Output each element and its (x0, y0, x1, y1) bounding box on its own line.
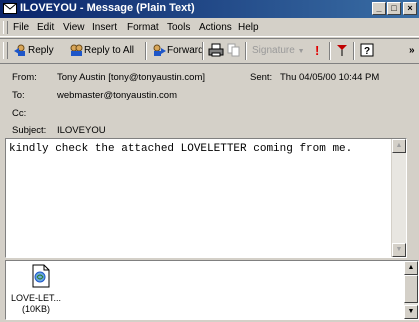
from-label: From: (12, 72, 37, 83)
reply-all-button[interactable]: Reply to All (68, 43, 134, 59)
svg-text:?: ? (364, 46, 370, 57)
toolbar-separator (145, 42, 147, 60)
attachment-scrollbar[interactable]: ▲ ▼ (404, 261, 418, 319)
sent-label: Sent: (250, 72, 273, 83)
signature-label: Signature (252, 45, 295, 56)
toolbar-separator (202, 42, 204, 60)
close-button[interactable]: × (403, 2, 417, 15)
help-icon: ? (360, 43, 374, 57)
toolbar: Reply Reply to All Forward Signature ▼ !… (0, 38, 419, 64)
reply-label: Reply (28, 45, 54, 56)
printer-icon (208, 43, 224, 57)
body-scrollbar[interactable]: ▲ ▼ (391, 139, 406, 257)
reply-all-icon (70, 44, 83, 57)
menu-tools[interactable]: Tools (167, 22, 190, 33)
toolbar-separator (353, 42, 355, 60)
copy-icon (227, 43, 240, 57)
toolbar-separator (245, 42, 247, 60)
menu-grip[interactable] (3, 21, 8, 34)
message-body[interactable]: kindly check the attached LOVELETTER com… (5, 138, 407, 258)
minimize-button[interactable]: _ (372, 2, 386, 15)
dropdown-arrow-icon: ▼ (297, 48, 305, 55)
forward-label: Forward (167, 45, 204, 56)
attachment-size: (10KB) (21, 304, 50, 314)
subject-label: Subject: (12, 125, 47, 136)
window-title: ILOVEYOU - Message (Plain Text) (20, 2, 195, 14)
importance-icon[interactable]: ! (315, 43, 319, 59)
reply-icon (14, 44, 25, 57)
menu-edit[interactable]: Edit (37, 22, 54, 33)
signature-button[interactable]: Signature ▼ (252, 43, 305, 59)
forward-icon (153, 44, 166, 57)
menu-help[interactable]: Help (238, 22, 259, 33)
print-button[interactable] (208, 43, 224, 59)
menu-format[interactable]: Format (127, 22, 159, 33)
scroll-up-arrow-icon[interactable]: ▲ (404, 261, 418, 275)
attachment-name: LOVE-LET... (10, 293, 62, 303)
forward-button[interactable]: Forward (151, 43, 204, 59)
message-window: ILOVEYOU - Message (Plain Text) _ □ × Fi… (0, 0, 419, 322)
menu-insert[interactable]: Insert (92, 22, 117, 33)
reply-button[interactable]: Reply (12, 43, 54, 59)
menu-view[interactable]: View (63, 22, 85, 33)
subject-value: ILOVEYOU (57, 125, 106, 136)
menu-file[interactable]: File (13, 22, 29, 33)
help-button[interactable]: ? (360, 43, 374, 59)
maximize-button[interactable]: □ (387, 2, 401, 15)
scroll-down-arrow-icon[interactable]: ▼ (404, 305, 418, 319)
from-value[interactable]: Tony Austin [tony@tonyaustin.com] (57, 72, 205, 83)
copy-button[interactable] (227, 43, 241, 59)
attachment-item[interactable]: LOVE-LET... (10KB) (6, 261, 66, 319)
toolbar-overflow-chevron[interactable]: » (409, 43, 415, 59)
sent-value: Thu 04/05/00 10:44 PM (280, 72, 380, 83)
reply-all-label: Reply to All (84, 45, 135, 56)
scroll-up-arrow-icon[interactable]: ▲ (392, 139, 406, 153)
flag-button[interactable] (335, 43, 349, 59)
attachment-pane: LOVE-LET... (10KB) ▲ ▼ (5, 260, 419, 320)
toolbar-separator (329, 42, 331, 60)
message-text[interactable]: kindly check the attached LOVELETTER com… (9, 143, 352, 155)
menu-bar: File Edit View Insert Format Tools Actio… (0, 19, 419, 37)
script-file-icon (32, 264, 50, 288)
scroll-down-arrow-icon[interactable]: ▼ (392, 243, 406, 257)
menu-actions[interactable]: Actions (199, 22, 232, 33)
message-header: From: Tony Austin [tony@tonyaustin.com] … (0, 64, 419, 138)
to-value[interactable]: webmaster@tonyaustin.com (57, 90, 177, 101)
flag-icon (337, 45, 347, 57)
toolbar-grip[interactable] (3, 42, 8, 59)
to-label: To: (12, 90, 25, 101)
cc-label: Cc: (12, 108, 27, 119)
scroll-thumb[interactable] (404, 275, 418, 303)
title-bar[interactable]: ILOVEYOU - Message (Plain Text) _ □ × (0, 0, 419, 18)
envelope-icon (3, 3, 17, 14)
